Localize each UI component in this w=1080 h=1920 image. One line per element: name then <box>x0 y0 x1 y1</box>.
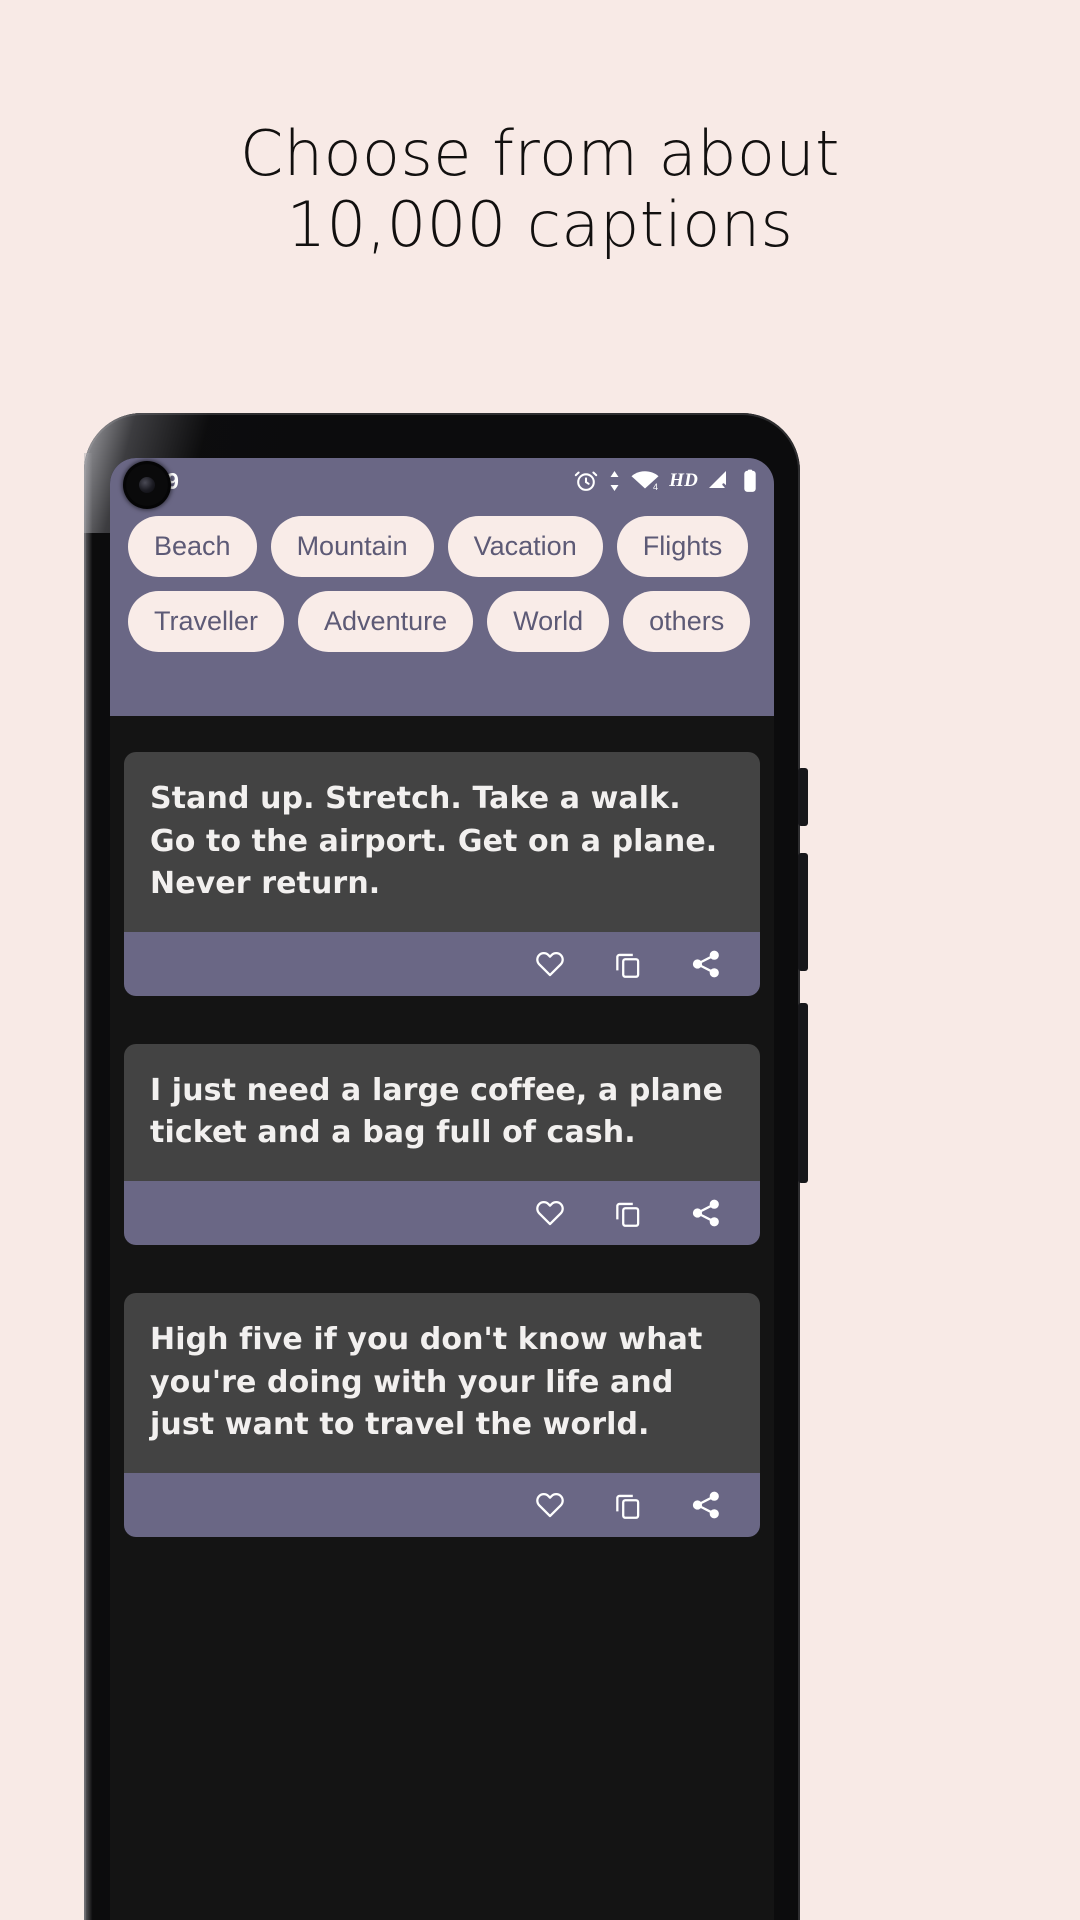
chip-beach[interactable]: Beach <box>128 516 257 577</box>
category-chip-row-2: Traveller Adventure World others <box>128 591 756 652</box>
caption-card[interactable]: High five if you don't know what you're … <box>124 1292 760 1537</box>
copy-icon[interactable] <box>612 1197 644 1229</box>
category-chip-row-1: Beach Mountain Vacation Flights <box>128 516 756 577</box>
phone-power-button <box>798 1003 808 1183</box>
share-icon[interactable] <box>690 1197 722 1229</box>
share-icon[interactable] <box>690 1489 722 1521</box>
signal-off-icon <box>707 469 733 493</box>
chip-traveller[interactable]: Traveller <box>128 591 285 652</box>
chip-others[interactable]: others <box>623 591 751 652</box>
copy-icon[interactable] <box>612 948 644 980</box>
favorite-icon[interactable] <box>534 1489 566 1521</box>
svg-text:4: 4 <box>653 482 658 492</box>
caption-card[interactable]: I just need a large coffee, a plane tick… <box>124 1043 760 1245</box>
copy-icon[interactable] <box>612 1489 644 1521</box>
chip-vacation[interactable]: Vacation <box>447 516 603 577</box>
caption-action-bar <box>124 931 760 996</box>
alarm-icon <box>573 468 599 494</box>
phone-volume-button <box>798 853 808 971</box>
battery-icon <box>742 468 758 494</box>
caption-action-bar <box>124 1472 760 1537</box>
app-top-bar: 9:39 <box>110 458 774 716</box>
phone-side-button-top <box>798 768 808 826</box>
caption-list: Stand up. Stretch. Take a walk. Go to th… <box>110 716 774 1537</box>
favorite-icon[interactable] <box>534 1197 566 1229</box>
promo-screenshot: Choose from about 10,000 captions 9:39 <box>0 0 1080 1920</box>
wifi-icon: 4 <box>630 469 660 493</box>
chip-adventure[interactable]: Adventure <box>298 591 474 652</box>
page-title-line-2: 10,000 captions <box>286 188 794 262</box>
favorite-icon[interactable] <box>534 948 566 980</box>
page-title-line-1: Choose from about <box>240 117 840 190</box>
hd-badge: HD <box>669 470 698 491</box>
page-title: Choose from about 10,000 captions <box>0 118 1080 261</box>
chip-world[interactable]: World <box>487 591 610 652</box>
caption-action-bar <box>124 1180 760 1245</box>
chip-flights[interactable]: Flights <box>616 516 749 577</box>
category-chip-list: Beach Mountain Vacation Flights Travelle… <box>110 504 774 668</box>
share-icon[interactable] <box>690 948 722 980</box>
status-bar: 9:39 <box>110 458 774 504</box>
camera-punch-hole-icon <box>126 464 168 506</box>
caption-text: High five if you don't know what you're … <box>124 1292 760 1473</box>
data-transfer-icon <box>608 469 621 493</box>
status-bar-icons: 4 HD <box>573 468 758 494</box>
phone-screen: 9:39 <box>110 458 774 1920</box>
caption-text: I just need a large coffee, a plane tick… <box>124 1043 760 1181</box>
phone-mockup: 9:39 <box>84 413 808 1920</box>
caption-card[interactable]: Stand up. Stretch. Take a walk. Go to th… <box>124 752 760 996</box>
caption-text: Stand up. Stretch. Take a walk. Go to th… <box>124 752 760 932</box>
chip-mountain[interactable]: Mountain <box>270 516 434 577</box>
